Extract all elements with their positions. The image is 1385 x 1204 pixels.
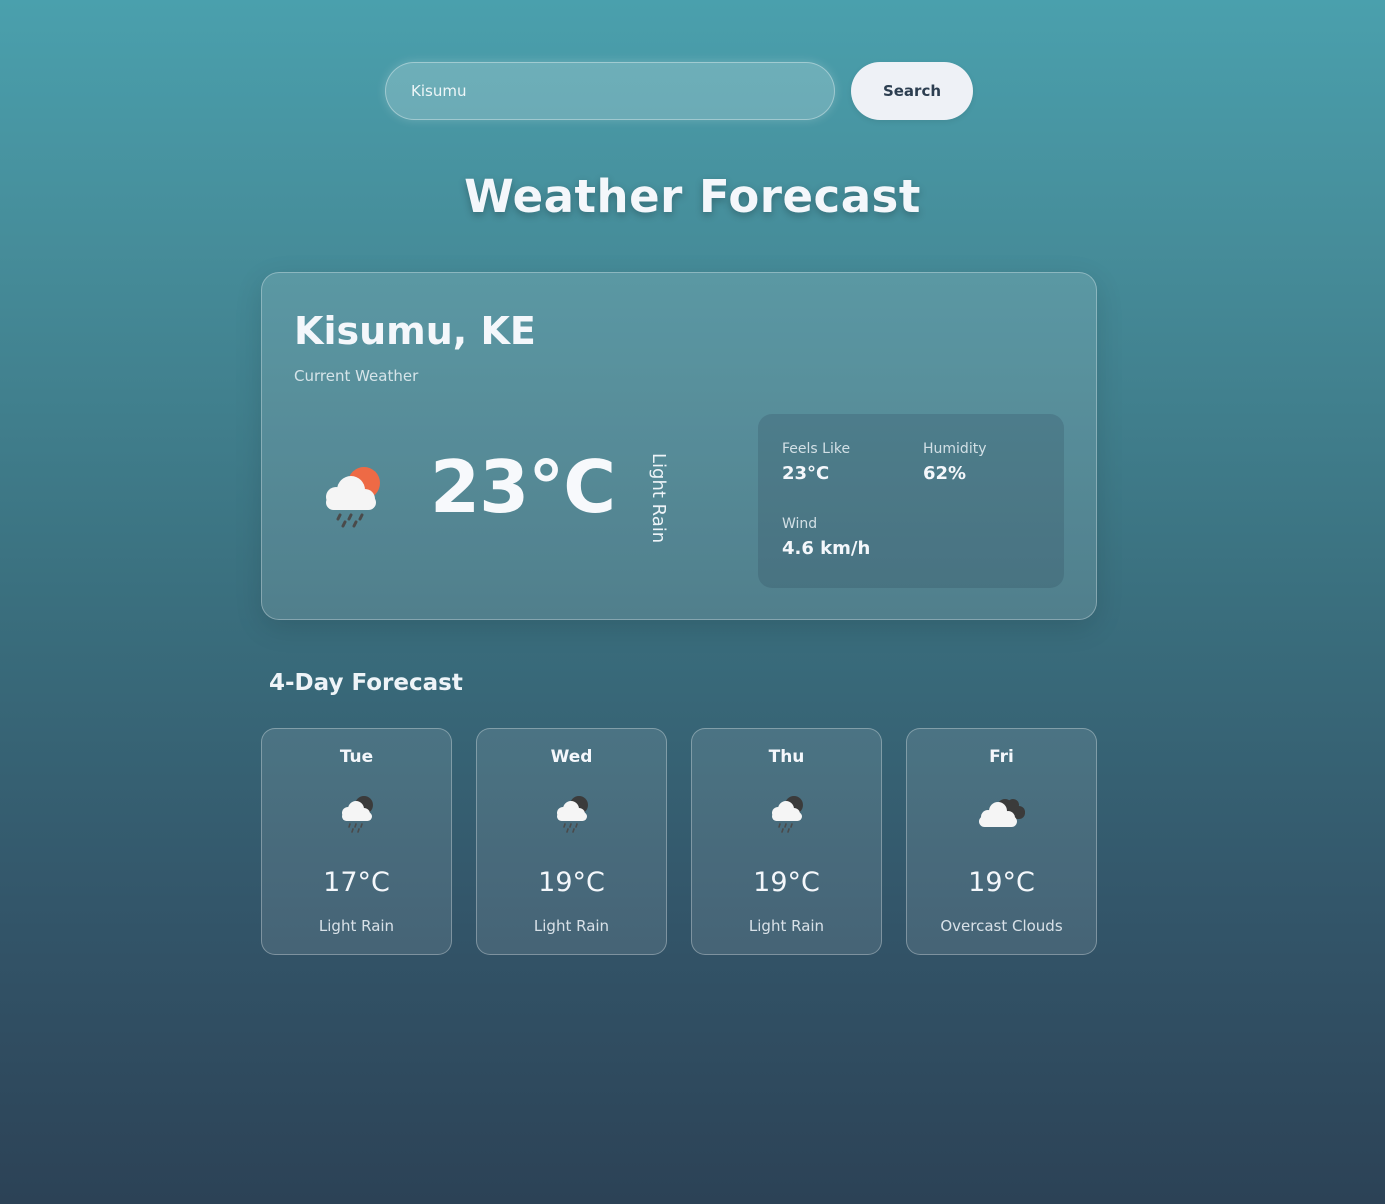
- wind-label: Wind: [782, 516, 818, 532]
- humidity-value: 62%: [923, 463, 967, 484]
- forecast-temperature: 19°C: [753, 867, 820, 898]
- page-title: Weather Forecast: [464, 170, 921, 223]
- cloud-rain-moon-icon: [342, 796, 373, 833]
- weather-details-panel: Feels Like 23°C Humidity 62% Wind 4.6 km…: [758, 414, 1064, 588]
- current-weather-card: Kisumu, KE Current Weather 23°C Light Ra…: [261, 272, 1097, 620]
- current-description: Light Rain: [648, 453, 669, 544]
- forecast-day: Wed: [550, 747, 593, 767]
- forecast-heading: 4-Day Forecast: [269, 670, 463, 696]
- feels-like-value: 23°C: [782, 463, 830, 484]
- location-name: Kisumu, KE: [294, 309, 536, 353]
- forecast-temperature: 19°C: [968, 867, 1035, 898]
- search-button[interactable]: Search: [851, 62, 973, 120]
- forecast-description: Light Rain: [533, 917, 610, 935]
- forecast-day: Fri: [989, 747, 1014, 767]
- forecast-day: Thu: [768, 747, 805, 767]
- forecast-card-fri: Fri 19°C Overcast Clouds: [906, 728, 1097, 955]
- overcast-clouds-icon: [979, 799, 1025, 827]
- forecast-card-tue: Tue 17°C Light Rain: [261, 728, 452, 955]
- forecast-temperature: 17°C: [323, 867, 390, 898]
- search-input[interactable]: [385, 62, 835, 120]
- cloud-rain-moon-icon: [557, 796, 588, 833]
- forecast-card-wed: Wed 19°C Light Rain: [476, 728, 667, 955]
- forecast-day: Tue: [339, 747, 374, 767]
- humidity-label: Humidity: [923, 441, 987, 457]
- cloud-rain-sun-icon: [326, 467, 380, 528]
- forecast-description: Overcast Clouds: [940, 917, 1063, 935]
- forecast-description: Light Rain: [318, 917, 395, 935]
- forecast-card-thu: Thu 19°C Light Rain: [691, 728, 882, 955]
- forecast-temperature: 19°C: [538, 867, 605, 898]
- wind-value: 4.6 km/h: [782, 538, 871, 559]
- current-temperature: 23°C: [430, 445, 616, 529]
- forecast-description: Light Rain: [748, 917, 825, 935]
- current-weather-label: Current Weather: [294, 367, 419, 385]
- cloud-rain-moon-icon: [772, 796, 803, 833]
- feels-like-label: Feels Like: [782, 441, 851, 457]
